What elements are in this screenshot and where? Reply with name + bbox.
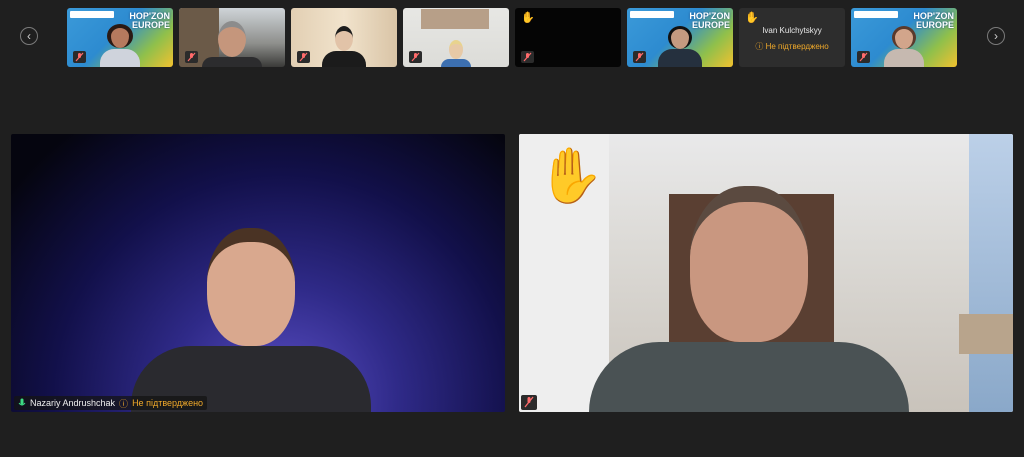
mic-off-icon — [521, 395, 537, 410]
logo-bar — [70, 11, 114, 18]
participant-video — [658, 26, 702, 67]
participant-video — [131, 228, 371, 412]
participant-name-tag: Nazariy Andrushchak ⓘ Не підтверджено — [14, 396, 208, 410]
participant-video — [100, 24, 140, 67]
status-text: Не підтверджено — [132, 398, 204, 408]
participant-strip: HOP'ZON EUROPE ✋ HOP'ZON EUROPE ✋ Ivan K… — [0, 8, 1024, 67]
mic-off-icon — [297, 51, 310, 63]
participant-thumbnail[interactable] — [291, 8, 397, 67]
participant-thumbnail[interactable]: HOP'ZON EUROPE — [851, 8, 957, 67]
unconfirmed-status: ⓘ Не підтверджено — [739, 41, 845, 52]
participant-video — [202, 21, 262, 67]
participant-thumbnail[interactable] — [179, 8, 285, 67]
participant-name: Ivan Kulchytskyy — [762, 26, 822, 35]
mic-off-icon — [185, 51, 198, 63]
question-circle-icon: ⓘ — [119, 398, 129, 409]
raised-hand-icon: ✋ — [521, 12, 535, 24]
participant-thumbnail[interactable] — [403, 8, 509, 67]
raised-hand-icon: ✋ — [745, 12, 759, 24]
mic-off-icon — [521, 51, 534, 63]
participant-thumbnail[interactable]: HOP'ZON EUROPE — [67, 8, 173, 67]
participant-video — [884, 26, 924, 67]
participant-video — [441, 40, 471, 67]
question-circle-icon: ⓘ — [755, 42, 764, 51]
mic-off-icon — [409, 51, 422, 63]
status-text: Не підтверджено — [765, 42, 829, 51]
participant-video — [322, 26, 366, 67]
main-video-tile[interactable]: ✋ — [519, 134, 1013, 412]
logo-bar — [854, 11, 898, 18]
participant-video — [589, 186, 909, 412]
participant-name: Nazariy Andrushchak — [30, 398, 116, 408]
mic-off-icon — [633, 51, 646, 63]
logo-bar — [630, 11, 674, 18]
participant-thumbnail[interactable]: ✋ — [515, 8, 621, 67]
participant-thumbnail[interactable]: HOP'ZON EUROPE — [627, 8, 733, 67]
mic-off-icon — [857, 51, 870, 63]
main-video-tile[interactable]: Nazariy Andrushchak ⓘ Не підтверджено — [11, 134, 505, 412]
participant-thumbnail[interactable]: ✋ Ivan Kulchytskyy ⓘ Не підтверджено — [739, 8, 845, 67]
mic-off-icon — [73, 51, 86, 63]
mic-icon — [18, 398, 26, 406]
